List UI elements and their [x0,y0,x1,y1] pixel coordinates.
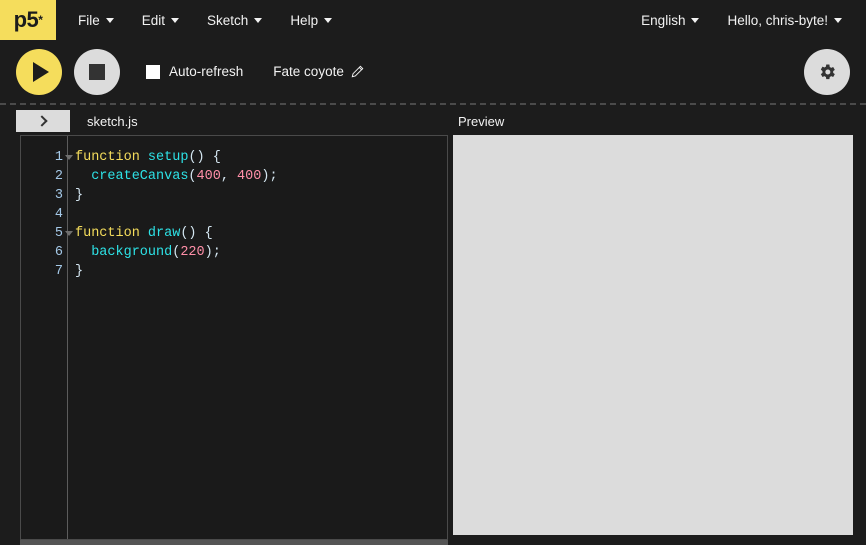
stop-button[interactable] [74,49,120,95]
chevron-down-icon [254,18,262,23]
code-token: () { [188,150,220,165]
line-number: 1 [55,148,63,167]
code-editor[interactable]: 1234567 function setup() { createCanvas(… [20,135,448,540]
nav-menu-list: File Edit Sketch Help [56,0,346,40]
play-button[interactable] [16,49,62,95]
tab-sketch-js[interactable]: sketch.js [87,114,138,129]
code-token [140,150,148,165]
code-content[interactable]: function setup() { createCanvas(400, 400… [69,136,447,539]
line-number-row: 6 [21,243,67,262]
stop-icon [89,64,105,80]
line-number: 2 [55,167,63,186]
line-number-gutter: 1234567 [21,136,68,539]
code-line: function draw() { [75,224,447,243]
workspace: sketch.js 1234567 function setup() { cre… [0,107,866,545]
console-header: Console Clear [20,540,448,545]
chevron-down-icon [106,18,114,23]
pencil-icon[interactable] [351,65,364,78]
chevron-right-icon [36,115,47,126]
chevron-down-icon [834,18,842,23]
code-token: 400 [197,169,221,184]
p5-web-editor: p5* File Edit Sketch Help English [0,0,866,545]
auto-refresh-toggle[interactable]: Auto-refresh [146,64,243,79]
nav-menu-edit[interactable]: Edit [128,0,193,40]
code-token: setup [148,150,189,165]
code-token: createCanvas [91,169,188,184]
sidebar-toggle-button[interactable] [16,110,70,132]
sketch-name-field[interactable]: Fate coyote [273,64,364,79]
code-token: background [91,245,172,260]
p5-logo[interactable]: p5* [0,0,56,40]
code-line: } [75,186,447,205]
code-token: draw [148,226,180,241]
line-number-row: 7 [21,262,67,281]
sketch-name-text: Fate coyote [273,64,344,79]
code-token [140,226,148,241]
nav-menu-edit-label: Edit [142,13,165,28]
nav-menu-help[interactable]: Help [276,0,346,40]
code-token: ); [261,169,277,184]
p5-logo-text: p5 [14,7,39,33]
toolbar: Auto-refresh Fate coyote [0,40,866,105]
editor-tabbar: sketch.js [0,107,450,135]
code-line: background(220); [75,243,447,262]
nav-menu-file-label: File [78,13,100,28]
chevron-down-icon [171,18,179,23]
code-line: createCanvas(400, 400); [75,167,447,186]
preview-canvas[interactable] [453,135,853,535]
chevron-down-icon [324,18,332,23]
nav-menu-help-label: Help [290,13,318,28]
code-token [75,169,91,184]
auto-refresh-label: Auto-refresh [169,64,243,79]
account-menu[interactable]: Hello, chris-byte! [713,0,856,40]
code-token [75,245,91,260]
line-number: 5 [55,224,63,243]
nav-menu-sketch-label: Sketch [207,13,248,28]
line-number: 6 [55,243,63,262]
line-number: 3 [55,186,63,205]
preview-label: Preview [458,107,504,135]
code-token: } [75,188,83,203]
code-token: ( [188,169,196,184]
nav-menu-sketch[interactable]: Sketch [193,0,276,40]
code-token: ); [205,245,221,260]
nav-menu-file[interactable]: File [64,0,128,40]
line-number: 4 [55,205,63,224]
line-number: 7 [55,262,63,281]
line-number-row: 2 [21,167,67,186]
play-icon [33,62,49,82]
language-selector-label: English [641,13,685,28]
code-token: , [221,169,237,184]
gear-icon [817,62,837,82]
code-line: function setup() { [75,148,447,167]
line-number-row: 1 [21,148,67,167]
preview-column: Preview [450,107,866,545]
language-selector[interactable]: English [627,0,713,40]
settings-button[interactable] [804,49,850,95]
line-number-row: 5 [21,224,67,243]
nav-right-group: English Hello, chris-byte! [627,0,866,40]
code-token: function [75,150,140,165]
code-line: } [75,262,447,281]
code-token: function [75,226,140,241]
editor-column: sketch.js 1234567 function setup() { cre… [0,107,450,545]
code-token: () { [180,226,212,241]
code-token: 400 [237,169,261,184]
account-menu-label: Hello, chris-byte! [727,13,828,28]
chevron-down-icon [691,18,699,23]
line-number-row: 3 [21,186,67,205]
code-line [75,205,447,224]
checkbox-icon[interactable] [146,65,160,79]
line-number-row: 4 [21,205,67,224]
code-token: 220 [180,245,204,260]
code-token: } [75,264,83,279]
navbar: p5* File Edit Sketch Help English [0,0,866,40]
